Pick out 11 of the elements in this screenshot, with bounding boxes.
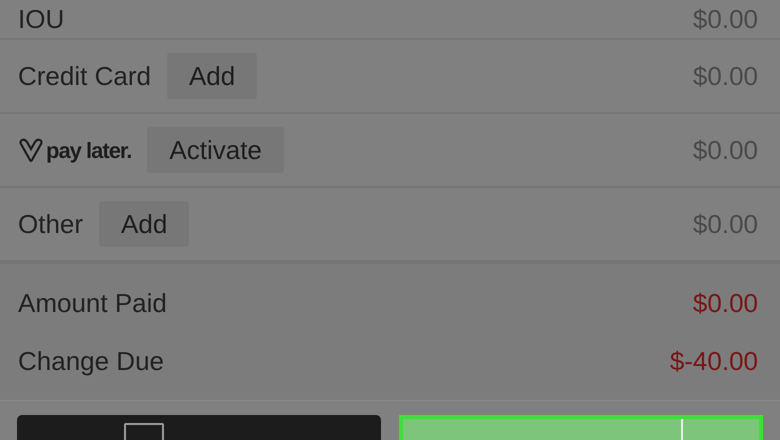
tender-button[interactable]: Add bbox=[166, 53, 258, 99]
tender-button[interactable]: Add bbox=[99, 201, 190, 247]
pay-later-logo: pay later. bbox=[46, 136, 132, 165]
tender-label: Credit Card bbox=[18, 60, 151, 92]
summary-label: Amount Paid bbox=[18, 286, 167, 320]
tender-button[interactable]: Activate bbox=[147, 127, 284, 173]
summary-value: $-40.00 bbox=[670, 344, 759, 378]
summary-value: $0.00 bbox=[692, 286, 759, 320]
summary-label: Change Due bbox=[18, 344, 164, 378]
tender-label: IOU bbox=[18, 2, 64, 36]
tender-label: Other bbox=[18, 208, 84, 240]
